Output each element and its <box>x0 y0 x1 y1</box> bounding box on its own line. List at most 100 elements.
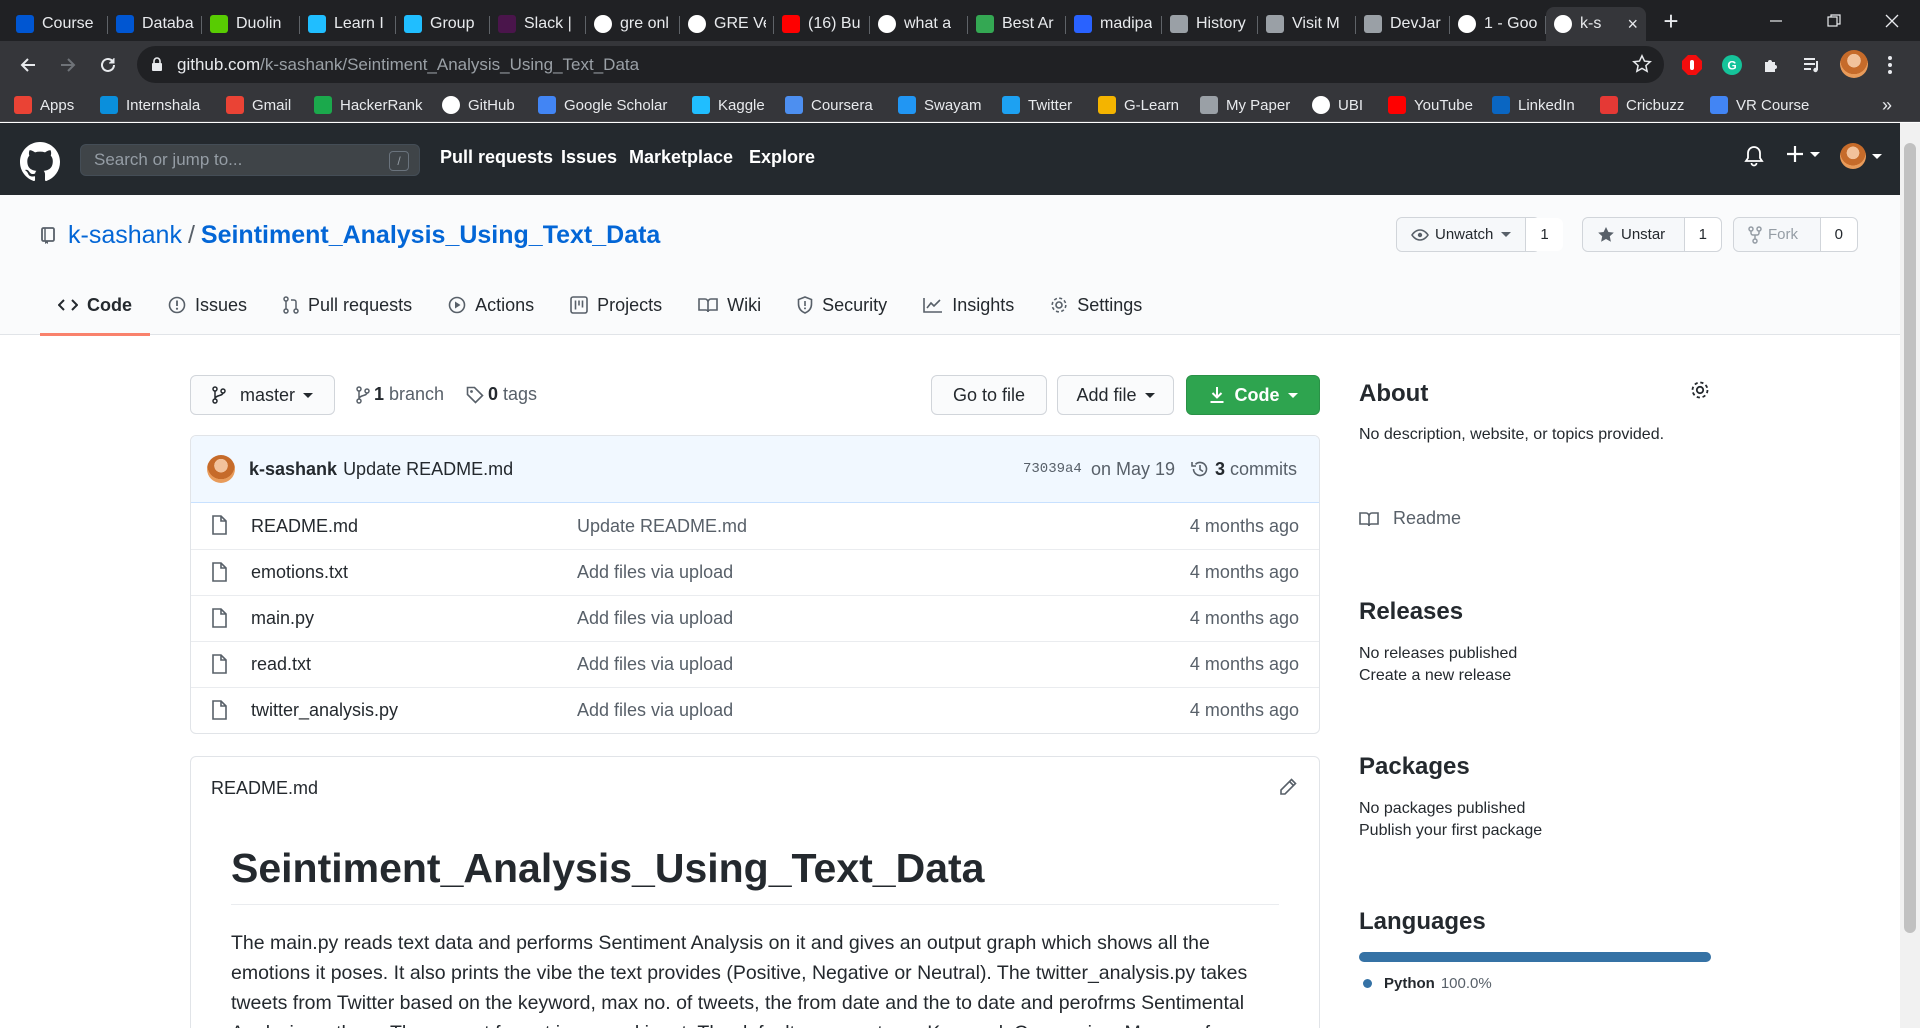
branches-link[interactable]: 1 branch <box>356 384 444 405</box>
grammarly-extension-icon[interactable]: G <box>1720 53 1744 77</box>
about-settings-gear-icon[interactable] <box>1690 380 1712 400</box>
browser-tab[interactable]: Group <box>396 7 490 41</box>
adblock-extension-icon[interactable] <box>1680 53 1704 77</box>
nav-marketplace[interactable]: Marketplace <box>629 147 733 168</box>
browser-menu-icon[interactable] <box>1878 53 1902 77</box>
packages-title[interactable]: Packages <box>1359 753 1711 781</box>
reload-button[interactable] <box>92 49 124 81</box>
bookmarks-overflow-button[interactable]: » <box>1882 94 1892 116</box>
bookmark-item[interactable]: Swayam <box>898 94 982 116</box>
bookmark-item[interactable]: My Paper <box>1200 94 1290 116</box>
page-scrollbar[interactable] <box>1900 123 1920 1028</box>
file-name-link[interactable]: README.md <box>251 516 358 537</box>
address-bar[interactable]: github.com/k-sashank/Seintiment_Analysis… <box>137 46 1664 83</box>
scrollbar-thumb[interactable] <box>1904 143 1916 933</box>
publish-package-link[interactable]: Publish your first package <box>1359 822 1711 840</box>
browser-tab[interactable]: GRE Ve <box>680 7 774 41</box>
repo-owner-link[interactable]: k-sashank <box>68 221 182 250</box>
browser-tab[interactable]: Course <box>8 7 108 41</box>
tab-code[interactable]: Code <box>40 275 150 336</box>
file-row[interactable]: README.md Update README.md 4 months ago <box>191 503 1319 549</box>
file-commit-message[interactable]: Add files via upload <box>577 654 733 675</box>
go-to-file-button[interactable]: Go to file <box>931 375 1047 415</box>
browser-tab[interactable]: Visit M <box>1258 7 1356 41</box>
language-entry[interactable]: Python 100.0% <box>1359 975 1711 992</box>
media-control-icon[interactable] <box>1800 53 1824 77</box>
file-row[interactable]: emotions.txt Add files via upload 4 months… <box>191 549 1319 595</box>
tab-security[interactable]: Security <box>779 275 905 335</box>
browser-tab[interactable]: (16) Bu <box>774 7 870 41</box>
user-menu-dropdown[interactable] <box>1840 143 1882 169</box>
browser-tab[interactable]: Duolin <box>202 7 300 41</box>
repo-name-link[interactable]: Seintiment_Analysis_Using_Text_Data <box>201 221 660 250</box>
browser-tab[interactable]: Slack | <box>490 7 586 41</box>
close-tab-icon[interactable]: × <box>1621 14 1638 35</box>
close-window-button[interactable] <box>1864 0 1920 41</box>
forward-button[interactable] <box>52 49 84 81</box>
releases-title[interactable]: Releases <box>1359 598 1711 626</box>
bookmark-item[interactable]: Gmail <box>226 94 291 116</box>
browser-tab[interactable]: DevJar <box>1356 7 1450 41</box>
github-logo-icon[interactable] <box>20 142 60 182</box>
bookmark-item[interactable]: UBI <box>1312 94 1363 116</box>
browser-tab[interactable]: k-s × <box>1546 7 1646 41</box>
browser-tab[interactable]: Best Ar <box>968 7 1066 41</box>
file-row[interactable]: main.py Add files via upload 4 months ago <box>191 595 1319 641</box>
tab-settings[interactable]: Settings <box>1032 275 1160 335</box>
file-name-link[interactable]: main.py <box>251 608 314 629</box>
browser-tab[interactable]: gre onl <box>586 7 680 41</box>
browser-tab[interactable]: madipa <box>1066 7 1162 41</box>
tab-projects[interactable]: Projects <box>552 275 680 335</box>
bookmark-item[interactable]: HackerRank <box>314 94 423 116</box>
bookmark-item[interactable]: Internshala <box>100 94 200 116</box>
unwatch-button[interactable]: Unwatch <box>1397 218 1527 251</box>
bookmark-item[interactable]: VR Course <box>1710 94 1809 116</box>
tab-insights[interactable]: Insights <box>905 275 1032 335</box>
commit-author-avatar[interactable] <box>207 455 235 483</box>
file-row[interactable]: read.txt Add files via upload 4 months ago <box>191 641 1319 687</box>
star-count[interactable]: 1 <box>1684 218 1721 251</box>
nav-pull-requests[interactable]: Pull requests <box>440 147 553 168</box>
create-release-link[interactable]: Create a new release <box>1359 667 1711 685</box>
profile-avatar[interactable] <box>1838 48 1870 80</box>
commit-message-link[interactable]: Update README.md <box>343 459 513 480</box>
file-commit-message[interactable]: Add files via upload <box>577 562 733 583</box>
tab-actions[interactable]: Actions <box>430 275 552 335</box>
add-file-button[interactable]: Add file <box>1057 375 1174 415</box>
file-commit-message[interactable]: Add files via upload <box>577 608 733 629</box>
bookmark-star-icon[interactable] <box>1632 54 1652 74</box>
fork-count[interactable]: 0 <box>1820 218 1857 251</box>
notifications-bell-icon[interactable] <box>1744 145 1764 167</box>
new-tab-button[interactable]: + <box>1656 6 1686 36</box>
watch-count[interactable]: 1 <box>1526 218 1563 251</box>
file-name-link[interactable]: emotions.txt <box>251 562 348 583</box>
extensions-puzzle-icon[interactable] <box>1760 53 1784 77</box>
unstar-button[interactable]: Unstar <box>1583 218 1685 251</box>
file-name-link[interactable]: read.txt <box>251 654 311 675</box>
commit-author-link[interactable]: k-sashank <box>249 459 337 480</box>
file-commit-message[interactable]: Add files via upload <box>577 700 733 721</box>
bookmark-item[interactable]: Google Scholar <box>538 94 667 116</box>
browser-tab[interactable]: what a <box>870 7 968 41</box>
bookmark-item[interactable]: G-Learn <box>1098 94 1179 116</box>
bookmark-item[interactable]: Coursera <box>785 94 873 116</box>
bookmark-item[interactable]: GitHub <box>442 94 515 116</box>
file-name-link[interactable]: twitter_analysis.py <box>251 700 398 721</box>
code-download-button[interactable]: Code <box>1186 375 1320 415</box>
pencil-edit-icon[interactable] <box>1279 778 1297 796</box>
browser-tab[interactable]: History <box>1162 7 1258 41</box>
tab-wiki[interactable]: Wiki <box>680 275 779 335</box>
minimize-button[interactable] <box>1748 0 1804 41</box>
file-commit-message[interactable]: Update README.md <box>577 516 747 537</box>
branch-select-button[interactable]: master <box>190 375 335 415</box>
tags-link[interactable]: 0 tags <box>466 384 537 405</box>
fork-button[interactable]: Fork <box>1734 218 1821 251</box>
tab-issues[interactable]: Issues <box>150 275 265 335</box>
github-search-input[interactable]: Search or jump to... / <box>80 144 420 176</box>
create-new-dropdown[interactable] <box>1786 145 1820 163</box>
browser-tab[interactable]: Learn I <box>300 7 396 41</box>
bookmark-item[interactable]: Kaggle <box>692 94 765 116</box>
commit-history-link[interactable]: 3 commits <box>1191 459 1297 480</box>
bookmark-item[interactable]: Twitter <box>1002 94 1072 116</box>
bookmark-item[interactable]: LinkedIn <box>1492 94 1575 116</box>
